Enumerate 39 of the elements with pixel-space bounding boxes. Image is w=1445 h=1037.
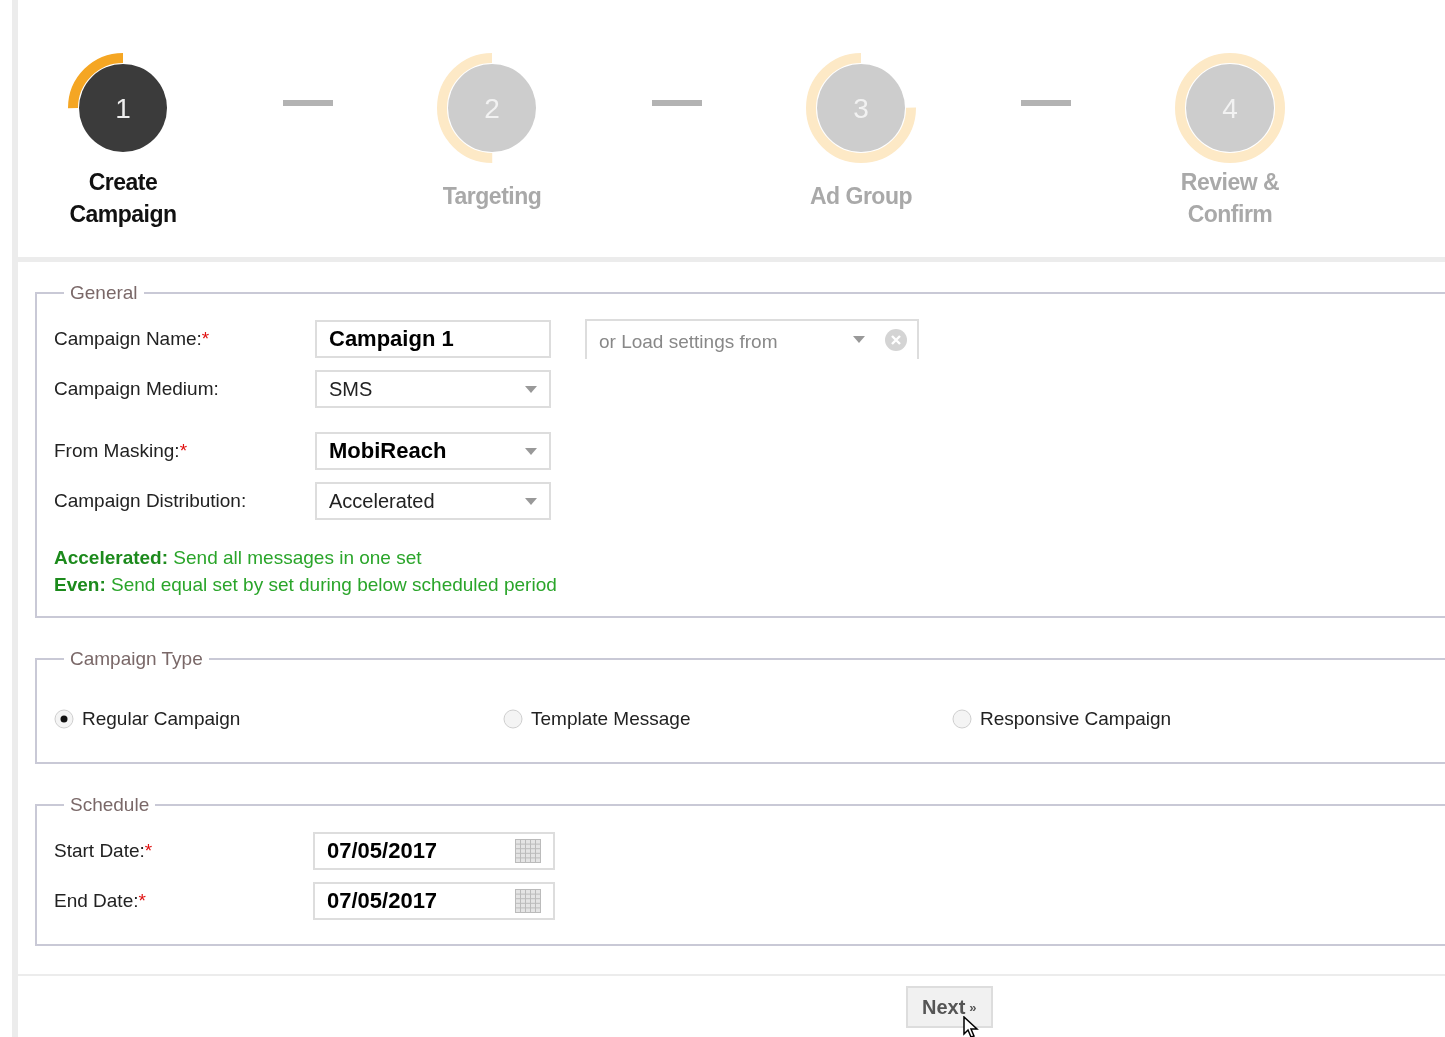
dropdown-field[interactable]: Accelerated (315, 482, 551, 520)
radio-button[interactable] (503, 709, 523, 729)
field-label: Campaign Medium: (54, 378, 220, 400)
dropdown-caret-icon[interactable] (853, 336, 865, 343)
next-button[interactable]: Next » (906, 986, 993, 1028)
radio-button[interactable] (952, 709, 972, 729)
field-label: Campaign Name:* (54, 328, 211, 350)
step-label: Create Campaign (68, 168, 178, 229)
field-label: From Masking:* (54, 440, 189, 462)
field-label: End Date:* (54, 890, 147, 912)
dropdown-caret-icon[interactable] (525, 497, 537, 505)
clear-icon[interactable] (885, 329, 907, 351)
field-label: Start Date:* (54, 840, 154, 862)
dropdown-field[interactable]: SMS (315, 370, 551, 408)
step-connector (651, 100, 702, 106)
date-field[interactable]: 07/05/2017 (313, 832, 555, 870)
radio-option[interactable]: Responsive Campaign (952, 708, 1401, 730)
section-legend: Schedule (64, 794, 156, 816)
step-connector (1020, 100, 1071, 106)
calendar-icon[interactable] (515, 839, 541, 863)
radio-option[interactable]: Regular Campaign (54, 708, 503, 730)
dropdown-caret-icon[interactable] (525, 447, 537, 455)
calendar-icon[interactable] (515, 889, 541, 913)
radio-button[interactable] (54, 709, 74, 729)
load-settings-field[interactable]: or Load settings from (585, 319, 919, 359)
section-legend: General (64, 282, 144, 304)
hint-text: Even: Send equal set by set during below scheduled period (54, 573, 558, 597)
step-connector (282, 100, 333, 106)
dropdown-field[interactable]: MobiReach (315, 432, 551, 470)
step-label: Review & Confirm (1179, 168, 1281, 229)
field-label: Campaign Distribution: (54, 490, 248, 512)
hint-text: Accelerated: Send all messages in one set (54, 546, 423, 570)
dropdown-caret-icon[interactable] (525, 385, 537, 393)
section-legend: Campaign Type (64, 648, 209, 670)
radio-option[interactable]: Template Message (503, 708, 952, 730)
step-label: Ad Group (808, 182, 913, 211)
text-field[interactable]: Campaign 1 (315, 320, 551, 358)
date-field[interactable]: 07/05/2017 (313, 882, 555, 920)
step-label: Targeting (441, 182, 543, 211)
